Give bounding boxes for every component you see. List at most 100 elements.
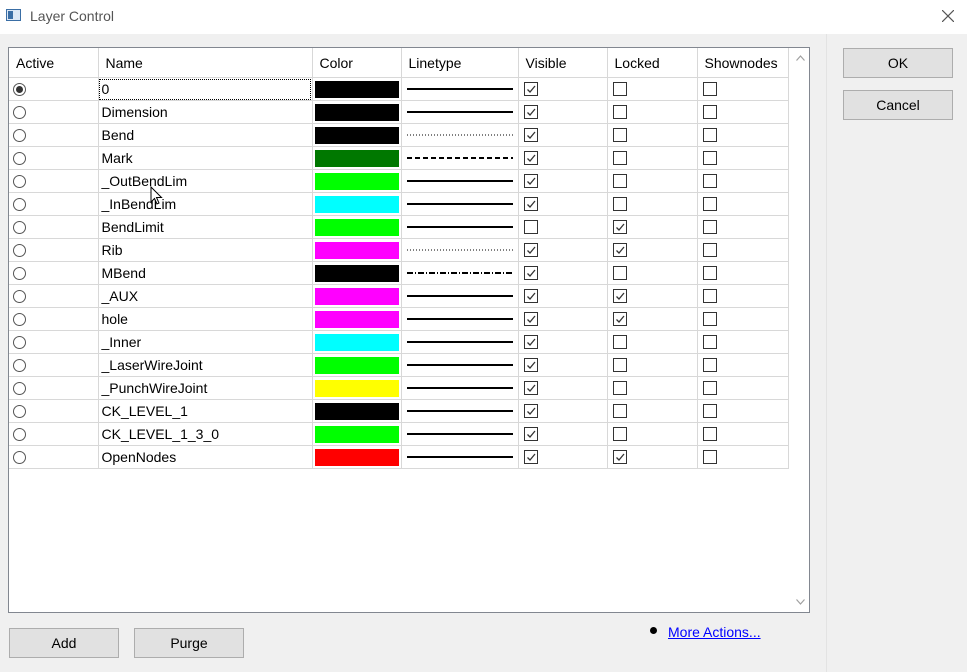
visible-checkbox[interactable] (523, 404, 538, 418)
active-cell[interactable] (9, 238, 99, 262)
color-cell[interactable] (312, 399, 402, 423)
visible-checkbox[interactable] (523, 174, 538, 188)
color-cell[interactable] (312, 123, 402, 147)
locked-cell[interactable] (607, 100, 698, 124)
active-radio[interactable] (13, 358, 26, 372)
active-cell[interactable] (9, 100, 99, 124)
color-swatch[interactable] (314, 149, 399, 167)
table-row[interactable]: _OutBendLim (9, 169, 789, 193)
active-cell[interactable] (9, 376, 99, 400)
visible-checkbox[interactable] (523, 312, 538, 326)
shownodes-checkbox[interactable] (702, 312, 717, 326)
active-radio[interactable] (13, 128, 26, 142)
shownodes-cell[interactable] (697, 376, 789, 400)
visible-checkbox[interactable] (523, 381, 538, 395)
purge-button[interactable]: Purge (134, 628, 244, 658)
shownodes-checkbox[interactable] (702, 82, 717, 96)
shownodes-cell[interactable] (697, 238, 789, 262)
table-row[interactable]: Dimension (9, 100, 789, 124)
layer-name[interactable]: Mark (98, 146, 313, 170)
locked-cell[interactable] (607, 215, 698, 239)
add-button[interactable]: Add (9, 628, 119, 658)
visible-cell[interactable] (518, 123, 608, 147)
shownodes-cell[interactable] (697, 215, 789, 239)
linetype-cell[interactable] (401, 77, 519, 101)
color-cell[interactable] (312, 284, 402, 308)
color-cell[interactable] (312, 100, 402, 124)
active-radio[interactable] (13, 404, 26, 418)
column-header-active[interactable]: Active (9, 48, 99, 78)
active-radio[interactable] (13, 105, 26, 119)
shownodes-cell[interactable] (697, 169, 789, 193)
locked-cell[interactable] (607, 146, 698, 170)
linetype-cell[interactable] (401, 169, 519, 193)
color-cell[interactable] (312, 422, 402, 446)
color-swatch[interactable] (314, 333, 399, 351)
table-row[interactable]: _InBendLim (9, 192, 789, 216)
visible-cell[interactable] (518, 353, 608, 377)
shownodes-checkbox[interactable] (702, 197, 717, 211)
linetype-cell[interactable] (401, 261, 519, 285)
vertical-scrollbar[interactable] (790, 48, 809, 612)
layer-name[interactable]: _InBendLim (98, 192, 313, 216)
ok-button[interactable]: OK (843, 48, 953, 78)
shownodes-checkbox[interactable] (702, 427, 717, 441)
table-row[interactable]: _AUX (9, 284, 789, 308)
shownodes-checkbox[interactable] (702, 105, 717, 119)
column-header-linetype[interactable]: Linetype (401, 48, 519, 78)
locked-checkbox[interactable] (612, 312, 627, 326)
visible-checkbox[interactable] (523, 335, 538, 349)
layer-name[interactable]: CK_LEVEL_1_3_0 (98, 422, 313, 446)
layer-name[interactable]: _Inner (98, 330, 313, 354)
color-swatch[interactable] (314, 310, 399, 328)
more-actions-link[interactable]: More Actions... (668, 624, 761, 640)
active-cell[interactable] (9, 422, 99, 446)
active-radio[interactable] (13, 427, 26, 441)
visible-cell[interactable] (518, 330, 608, 354)
visible-cell[interactable] (518, 399, 608, 423)
locked-checkbox[interactable] (612, 105, 627, 119)
active-cell[interactable] (9, 284, 99, 308)
linetype-cell[interactable] (401, 100, 519, 124)
visible-checkbox[interactable] (523, 243, 538, 257)
table-row[interactable]: hole (9, 307, 789, 331)
linetype-cell[interactable] (401, 284, 519, 308)
locked-cell[interactable] (607, 238, 698, 262)
shownodes-cell[interactable] (697, 77, 789, 101)
column-header-visible[interactable]: Visible (518, 48, 608, 78)
active-cell[interactable] (9, 261, 99, 285)
shownodes-cell[interactable] (697, 146, 789, 170)
color-swatch[interactable] (314, 402, 399, 420)
color-swatch[interactable] (314, 172, 399, 190)
locked-checkbox[interactable] (612, 266, 627, 280)
layer-name[interactable]: 0 (98, 77, 313, 101)
color-swatch[interactable] (314, 425, 399, 443)
column-header-locked[interactable]: Locked (607, 48, 698, 78)
layer-name[interactable]: MBend (98, 261, 313, 285)
active-cell[interactable] (9, 307, 99, 331)
shownodes-cell[interactable] (697, 100, 789, 124)
locked-cell[interactable] (607, 353, 698, 377)
table-row[interactable]: Rib (9, 238, 789, 262)
visible-cell[interactable] (518, 146, 608, 170)
layer-name[interactable]: Dimension (98, 100, 313, 124)
linetype-cell[interactable] (401, 146, 519, 170)
active-radio[interactable] (13, 220, 26, 234)
shownodes-cell[interactable] (697, 399, 789, 423)
locked-checkbox[interactable] (612, 289, 627, 303)
color-swatch[interactable] (314, 126, 399, 144)
active-cell[interactable] (9, 192, 99, 216)
locked-checkbox[interactable] (612, 82, 627, 96)
locked-cell[interactable] (607, 123, 698, 147)
locked-checkbox[interactable] (612, 128, 627, 142)
color-cell[interactable] (312, 307, 402, 331)
color-cell[interactable] (312, 146, 402, 170)
locked-checkbox[interactable] (612, 404, 627, 418)
color-swatch[interactable] (314, 379, 399, 397)
locked-checkbox[interactable] (612, 220, 627, 234)
active-cell[interactable] (9, 399, 99, 423)
visible-checkbox[interactable] (523, 220, 538, 234)
active-radio[interactable] (13, 151, 26, 165)
shownodes-checkbox[interactable] (702, 289, 717, 303)
active-cell[interactable] (9, 77, 99, 101)
